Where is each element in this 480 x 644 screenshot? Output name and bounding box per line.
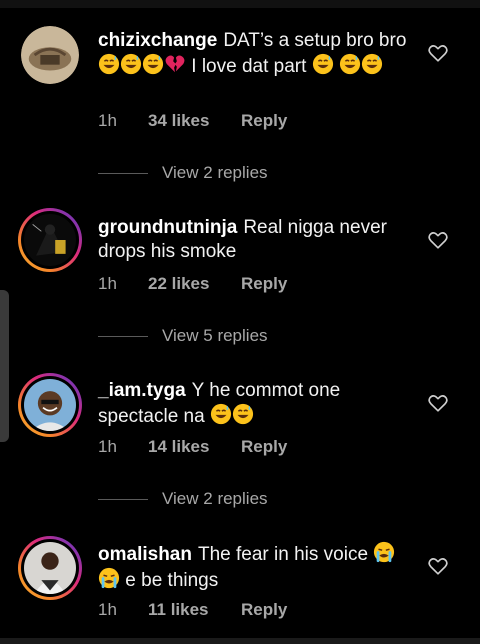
comment-body: omalishan The fear in his voice e be thin… [98, 541, 410, 593]
grinning-sweat-emoji-icon [361, 53, 383, 75]
comment-body: chizixchange DAT’s a setup bro bro I love… [98, 29, 410, 79]
reply-button[interactable]: Reply [241, 437, 287, 457]
profile-photo-icon [24, 214, 76, 266]
profile-photo-icon [21, 26, 79, 84]
comment-meta: 1h 11 likes Reply [98, 598, 287, 622]
comment-timestamp: 1h [98, 437, 117, 456]
broken-heart-emoji-icon [164, 53, 186, 75]
grinning-sweat-emoji-icon [210, 403, 232, 425]
comment-username[interactable]: _iam.tyga [98, 380, 186, 401]
loudly-crying-emoji-icon [98, 567, 120, 589]
comment-timestamp: 1h [98, 600, 117, 619]
comment-timestamp: 1h [98, 111, 117, 130]
grinning-sweat-emoji-icon [120, 53, 142, 75]
profile-photo-icon [24, 542, 76, 594]
replies-divider-line [98, 335, 148, 337]
grinning-sweat-emoji-icon [312, 53, 334, 75]
likes-count[interactable]: 11 likes [148, 600, 241, 620]
comment-body: groundnutninja Real nigga never drops his… [98, 216, 410, 264]
likes-count[interactable]: 34 likes [148, 111, 241, 131]
grinning-sweat-emoji-icon [98, 53, 120, 75]
view-replies-label: View 2 replies [162, 489, 268, 508]
top-divider [0, 0, 480, 8]
comment-body: _iam.tyga Y he commot one spectacle na [98, 379, 410, 429]
view-replies-label: View 5 replies [162, 326, 268, 345]
reply-button[interactable]: Reply [241, 600, 287, 620]
avatar[interactable] [18, 536, 82, 600]
grinning-sweat-emoji-icon [142, 53, 164, 75]
avatar[interactable] [18, 208, 82, 272]
edge-panel-handle[interactable] [0, 290, 9, 442]
comment-timestamp: 1h [98, 274, 117, 293]
comment-meta: 1h 14 likes Reply [98, 435, 287, 459]
like-heart-icon[interactable] [427, 555, 449, 577]
avatar[interactable] [18, 373, 82, 437]
profile-photo-icon [24, 379, 76, 431]
like-heart-icon[interactable] [427, 42, 449, 64]
view-replies-label: View 2 replies [162, 163, 268, 182]
like-heart-icon[interactable] [427, 392, 449, 414]
comment-username[interactable]: chizixchange [98, 30, 217, 51]
likes-count[interactable]: 14 likes [148, 437, 241, 457]
comment-text: The fear in his voice [197, 544, 369, 565]
view-replies-button[interactable]: View 5 replies [98, 324, 268, 348]
like-heart-icon[interactable] [427, 229, 449, 251]
reply-button[interactable]: Reply [241, 274, 287, 294]
loudly-crying-emoji-icon [373, 541, 395, 563]
likes-count[interactable]: 22 likes [148, 274, 241, 294]
grinning-sweat-emoji-icon [232, 403, 254, 425]
comment-text: DAT’s a setup bro bro [223, 30, 407, 51]
comment-text-continued: e be things [125, 570, 219, 591]
bottom-divider [0, 638, 480, 644]
reply-button[interactable]: Reply [241, 111, 287, 131]
comment-username[interactable]: groundnutninja [98, 217, 237, 238]
comment-username[interactable]: omalishan [98, 544, 192, 565]
comment-meta: 1h 34 likes Reply [98, 109, 287, 133]
grinning-sweat-emoji-icon [339, 53, 361, 75]
replies-divider-line [98, 498, 148, 500]
view-replies-button[interactable]: View 2 replies [98, 487, 268, 511]
replies-divider-line [98, 172, 148, 174]
view-replies-button[interactable]: View 2 replies [98, 161, 268, 185]
comment-meta: 1h 22 likes Reply [98, 272, 287, 296]
avatar[interactable] [18, 23, 82, 87]
comment-text-continued: I love dat part [191, 56, 307, 77]
